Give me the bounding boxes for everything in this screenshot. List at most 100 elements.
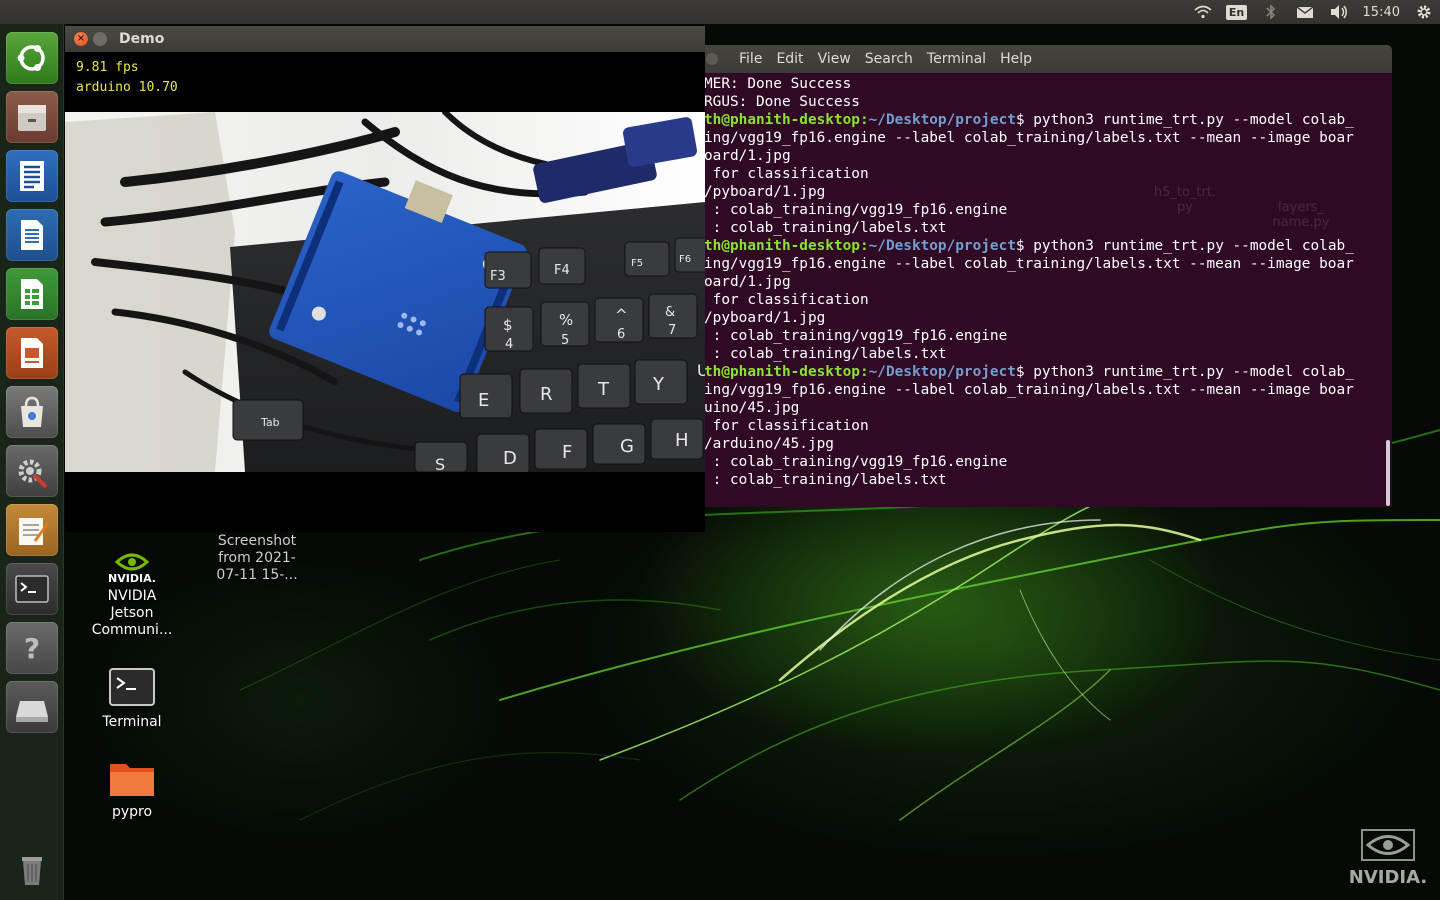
svg-text:T: T [597,379,610,400]
inference-overlay: 9.81 fps arduino 10.70 [65,52,705,104]
svg-text:Tab: Tab [260,416,280,429]
terminal-line: oard/1.jpg [704,274,791,290]
terminal-line: /pyboard/1.jpg [704,310,826,326]
svg-text:R: R [540,384,553,405]
camera-feed: F3 F4 F5 F6 $ 4 % 5 ^ 6 & 7 E R T Y U D … [65,112,705,472]
svg-text:E: E [478,390,489,411]
desktop-icon-label: NVIDIA Jetson Communi... [91,588,173,638]
fps-readout: 9.81 fps [76,60,139,75]
terminal-line: th@phanith-desktop:~/Desktop/project$ py… [704,111,1392,129]
prompt-separator: : [859,364,869,380]
desktop-icon-nvidia-jetson[interactable]: NVIDIA. NVIDIA Jetson Communi... [82,550,182,639]
document-viewer-icon[interactable] [6,150,58,202]
desktop-icon-label: Screenshot from 2021- 07-11 15-... [216,533,298,583]
terminal-window[interactable]: File Edit View Search Terminal Help h5_t… [700,45,1392,507]
svg-text:Y: Y [652,374,665,395]
terminal-line: : colab_training/labels.txt [704,472,947,488]
svg-text:H: H [675,430,689,451]
terminal-line: oard/1.jpg [704,148,791,164]
demo-window[interactable]: × Demo 9.81 fps arduino 10.70 F3 F4 F5 F… [65,26,705,532]
ghost-desktop-icon: layers_ name.py [1272,200,1330,230]
svg-text:G: G [620,436,634,457]
folder-icon [108,754,156,802]
terminal-line: for classification [704,166,869,182]
nvidia-eye-icon [1361,829,1415,861]
menu-terminal[interactable]: Terminal [924,51,989,67]
prompt-user: th@phanith-desktop [704,364,860,380]
menu-help[interactable]: Help [997,51,1035,67]
menu-search[interactable]: Search [862,51,916,67]
nvidia-wordmark: NVIDIA. [1348,867,1428,888]
terminal-scrollbar[interactable] [1386,440,1390,506]
terminal-output[interactable]: MER: Done Success RGUS: Done Success th@ph… [700,73,1392,489]
settings-gear-icon[interactable] [1414,2,1434,22]
terminal-line: : colab_training/labels.txt [704,346,947,362]
close-icon[interactable] [706,53,718,65]
terminal-line: th@phanith-desktop:~/Desktop/project$ py… [704,237,1392,255]
drive-icon[interactable] [6,681,58,733]
terminal-line: : colab_training/vgg19_fp16.engine [704,454,1008,470]
prompt-command: $ python3 runtime_trt.py --model colab_ [1015,238,1354,254]
terminal-line: MER: Done Success [704,76,852,92]
terminal-line: for classification [704,292,869,308]
desktop-icon-label: Terminal [102,714,162,730]
libreoffice-writer-icon[interactable] [6,209,58,261]
terminal-line: : colab_training/vgg19_fp16.engine [704,328,1008,344]
svg-text:4: 4 [505,337,513,352]
terminal-line: /arduino/45.jpg [704,436,834,452]
minimize-icon[interactable] [93,32,107,46]
help-icon[interactable]: ? [6,622,58,674]
svg-text:F6: F6 [679,254,691,265]
desktop-icon-screenshot[interactable]: Screenshot from 2021- 07-11 15-... [207,533,307,584]
prompt-path: ~/Desktop/project [868,112,1016,128]
svg-text:U: U [697,361,705,380]
nvidia-logo-icon: NVIDIA. [108,550,156,586]
clock[interactable]: 15:40 [1363,5,1400,20]
svg-text:F5: F5 [631,258,643,269]
prompt-path: ~/Desktop/project [868,238,1016,254]
mail-icon[interactable] [1295,2,1315,22]
classification-result: arduino 10.70 [76,80,178,95]
menu-file[interactable]: File [736,51,765,67]
desktop-icon-terminal[interactable]: Terminal [82,664,182,731]
launcher: ? [0,24,64,900]
menu-view[interactable]: View [815,51,854,67]
text-editor-icon[interactable] [6,504,58,556]
svg-text:F4: F4 [554,263,570,278]
system-settings-icon[interactable] [6,445,58,497]
terminal-line: th@phanith-desktop:~/Desktop/project$ py… [704,363,1392,381]
svg-text:^: ^ [615,306,628,324]
prompt-separator: : [859,238,869,254]
svg-text:D: D [503,448,517,469]
trash-icon[interactable] [6,842,58,894]
volume-icon[interactable] [1329,2,1349,22]
language-icon[interactable]: En [1225,2,1248,22]
libreoffice-impress-icon[interactable] [6,327,58,379]
bluetooth-icon[interactable] [1261,2,1281,22]
terminal-line: /pyboard/1.jpg [704,184,826,200]
svg-text:6: 6 [617,327,625,342]
desktop-icon-pypro[interactable]: pypro [82,754,182,821]
window-title: Demo [119,31,165,47]
demo-titlebar[interactable]: × Demo [65,26,705,52]
close-icon[interactable]: × [74,32,88,46]
software-center-icon[interactable] [6,386,58,438]
ubuntu-dash-icon[interactable] [6,32,58,84]
language-badge: En [1225,4,1248,20]
svg-text:%: % [559,311,573,329]
terminal-line: uino/45.jpg [704,400,800,416]
top-panel: En 15:40 [0,0,1440,24]
terminal-icon[interactable] [6,563,58,615]
terminal-line: ing/vgg19_fp16.engine --label colab_trai… [704,382,1354,398]
menu-edit[interactable]: Edit [773,51,806,67]
libreoffice-calc-icon[interactable] [6,268,58,320]
files-icon[interactable] [6,91,58,143]
svg-text:F: F [562,442,572,463]
terminal-line: RGUS: Done Success [704,94,860,110]
terminal-menubar: File Edit View Search Terminal Help [700,45,1392,73]
prompt-separator: : [859,112,869,128]
terminal-line: for classification [704,418,869,434]
svg-text:F3: F3 [490,269,506,284]
wifi-icon[interactable] [1193,2,1213,22]
prompt-command: $ python3 runtime_trt.py --model colab_ [1015,364,1354,380]
